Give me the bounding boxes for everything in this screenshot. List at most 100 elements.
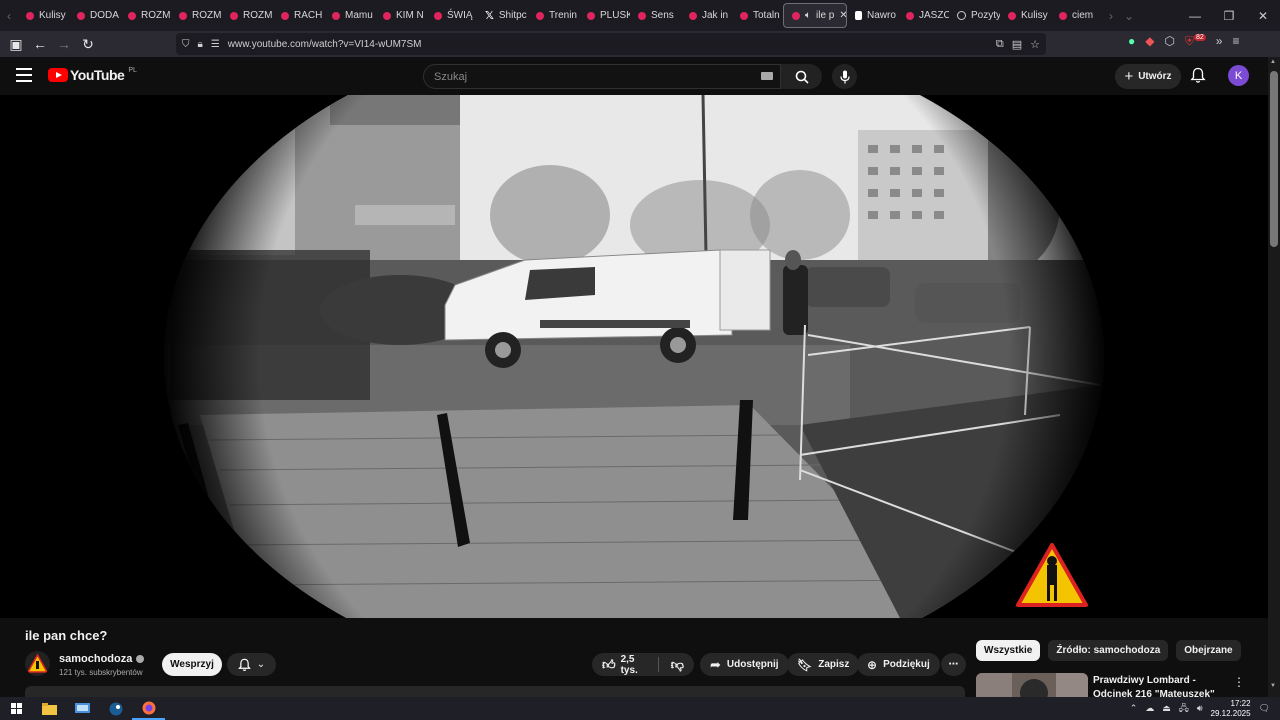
fox-extension-icon[interactable]: ◆	[1145, 34, 1154, 49]
tab-list-dropdown-icon[interactable]: ⌄	[1120, 9, 1138, 23]
share-button[interactable]: ➦ Udostępnij	[700, 653, 789, 676]
usb-icon[interactable]: ⏏	[1162, 703, 1171, 714]
channel-name[interactable]: samochodoza	[59, 653, 132, 665]
related-filter-chips: Wszystkie Źródło: samochodoza Obejrzane	[976, 640, 1241, 661]
back-icon[interactable]: ←	[28, 36, 52, 52]
video-player[interactable]	[0, 95, 1268, 618]
save-button[interactable]: 🔖︎ Zapisz	[787, 653, 860, 676]
restore-icon[interactable]: ❐	[1212, 9, 1246, 23]
volume-icon[interactable]: 🔊︎	[1197, 703, 1203, 714]
scrollbar-thumb[interactable]	[1270, 71, 1278, 247]
ublock-extension-icon[interactable]: ⛨ 82	[1185, 34, 1206, 49]
like-button[interactable]: 👍︎ 2,5 tys.	[602, 654, 646, 676]
url-text[interactable]: www.youtube.com/watch?v=VI14-wUM7SM	[228, 39, 422, 50]
picture-in-picture-icon[interactable]: ⧉	[996, 38, 1004, 51]
browser-tab[interactable]: Sens	[630, 0, 681, 31]
extensions-puzzle-icon[interactable]: ⬡	[1164, 34, 1174, 49]
page-scrollbar[interactable]: ▲ ▼	[1268, 57, 1280, 697]
browser-tab[interactable]: Trenin	[528, 0, 579, 31]
tray-chevron-up-icon[interactable]: ⌃	[1130, 703, 1138, 714]
video-frame[interactable]	[0, 95, 1268, 618]
sidebar-toggle-icon[interactable]: ▣	[4, 36, 28, 53]
subscription-notifications-button[interactable]: ⌄	[227, 653, 276, 676]
reader-view-icon[interactable]: ▤	[1012, 38, 1022, 51]
lock-icon[interactable]: 🔒︎	[198, 39, 203, 50]
channel-name-row[interactable]: samochodoza	[59, 653, 145, 665]
remote-desktop-icon[interactable]	[66, 697, 99, 720]
scroll-up-icon[interactable]: ▲	[1270, 59, 1276, 65]
tab-close-icon[interactable]: ✕	[839, 10, 846, 21]
search-button[interactable]	[781, 64, 822, 89]
browser-tab[interactable]: Kulisy	[1000, 0, 1051, 31]
browser-tab[interactable]: Nawro	[847, 0, 898, 31]
forward-icon[interactable]: →	[52, 36, 76, 52]
chip-all[interactable]: Wszystkie	[976, 640, 1041, 661]
onedrive-icon[interactable]: ☁	[1145, 703, 1154, 714]
browser-tab[interactable]: JASZC	[898, 0, 949, 31]
browser-tab[interactable]: Mamu	[324, 0, 375, 31]
minimize-icon[interactable]: —	[1178, 9, 1212, 23]
browser-tab[interactable]: ROZM	[171, 0, 222, 31]
guide-menu-icon[interactable]	[16, 68, 32, 84]
join-button[interactable]: Wesprzyj	[162, 653, 222, 676]
browser-tab[interactable]: ROZM	[120, 0, 171, 31]
chip-watched[interactable]: Obejrzane	[1176, 640, 1241, 661]
address-bar[interactable]: ⛉ 🔒︎ ☰ www.youtube.com/watch?v=VI14-wUM7…	[176, 33, 1046, 55]
browser-tab[interactable]: ŚWIĄ	[426, 0, 477, 31]
file-explorer-icon[interactable]	[33, 697, 66, 720]
bookmark-star-icon[interactable]: ☆	[1030, 38, 1040, 51]
voice-search-button[interactable]	[832, 64, 857, 89]
notifications-bell-icon[interactable]	[1190, 67, 1206, 84]
tab-label: Totaln	[753, 10, 780, 21]
thumb-down-icon: 👎︎	[670, 656, 684, 672]
browser-tab[interactable]: DODA	[69, 0, 120, 31]
browser-tab[interactable]: KIM N	[375, 0, 426, 31]
recommended-video-menu-icon[interactable]: ⋮	[1233, 675, 1245, 689]
account-avatar[interactable]: K	[1228, 65, 1249, 86]
firefox-icon[interactable]	[132, 697, 165, 720]
dislike-button[interactable]: 👎︎	[671, 657, 684, 673]
permissions-icon[interactable]: ☰	[211, 39, 220, 50]
channel-avatar[interactable]	[25, 651, 50, 676]
browser-tab[interactable]: RACH	[273, 0, 324, 31]
windows-start-icon[interactable]	[0, 697, 33, 720]
create-button[interactable]: + Utwórz	[1115, 64, 1181, 89]
browser-tab[interactable]: Jak in	[681, 0, 732, 31]
browser-tab[interactable]: 𝕏 Shitpc	[477, 0, 528, 31]
browser-tab[interactable]: Totaln	[732, 0, 783, 31]
windows-logo-icon	[11, 703, 22, 714]
browser-tab[interactable]: ROZM	[222, 0, 273, 31]
steam-icon[interactable]	[99, 697, 132, 720]
scroll-down-icon[interactable]: ▼	[1270, 683, 1276, 689]
youtube-logo[interactable]: YouTube PL	[48, 67, 137, 83]
x-icon: 𝕏	[485, 10, 494, 22]
tab-scroll-right-icon[interactable]: ›	[1102, 9, 1120, 23]
app-menu-icon[interactable]: ≡	[1232, 34, 1239, 49]
microphone-icon	[839, 70, 850, 83]
chip-from-channel[interactable]: Źródło: samochodoza	[1048, 640, 1169, 661]
tab-audio-icon[interactable]: 🔈︎	[805, 10, 811, 21]
close-window-icon[interactable]: ✕	[1246, 9, 1280, 23]
clock[interactable]: 17:22 29.12.2025	[1211, 699, 1251, 719]
browser-tab[interactable]: Pozyty	[949, 0, 1000, 31]
browser-tab[interactable]: PLUSK	[579, 0, 630, 31]
overflow-chevrons-icon[interactable]: »	[1216, 34, 1223, 49]
reload-icon[interactable]: ↻	[76, 36, 100, 53]
network-icon[interactable]: 🖧︎	[1179, 701, 1189, 717]
description-box[interactable]	[25, 686, 965, 697]
shield-icon[interactable]: ⛉	[182, 39, 190, 50]
more-actions-button[interactable]: ⋯	[941, 653, 966, 676]
tab-label: Kulisy	[39, 10, 66, 21]
search-input[interactable]: Szukaj	[423, 64, 781, 89]
thumb-up-icon: 👍︎	[602, 656, 616, 672]
browser-tab[interactable]: ciem	[1051, 0, 1102, 31]
tab-scroll-left-icon[interactable]: ‹	[0, 9, 18, 23]
thanks-button[interactable]: ⊕ Podziękuj	[857, 653, 940, 676]
browser-tab[interactable]: 🔈︎ ile p ✕	[783, 3, 847, 28]
recommended-video-title[interactable]: Prawdziwy Lombard - Odcinek 216 "Mateusz…	[1093, 674, 1228, 697]
vpn-extension-icon[interactable]: ●	[1128, 34, 1135, 49]
recommended-video-thumbnail[interactable]	[976, 673, 1088, 697]
keyboard-icon[interactable]	[761, 72, 773, 80]
notification-center-icon[interactable]: 🗨︎	[1259, 703, 1270, 714]
browser-tab[interactable]: Kulisy	[18, 0, 69, 31]
